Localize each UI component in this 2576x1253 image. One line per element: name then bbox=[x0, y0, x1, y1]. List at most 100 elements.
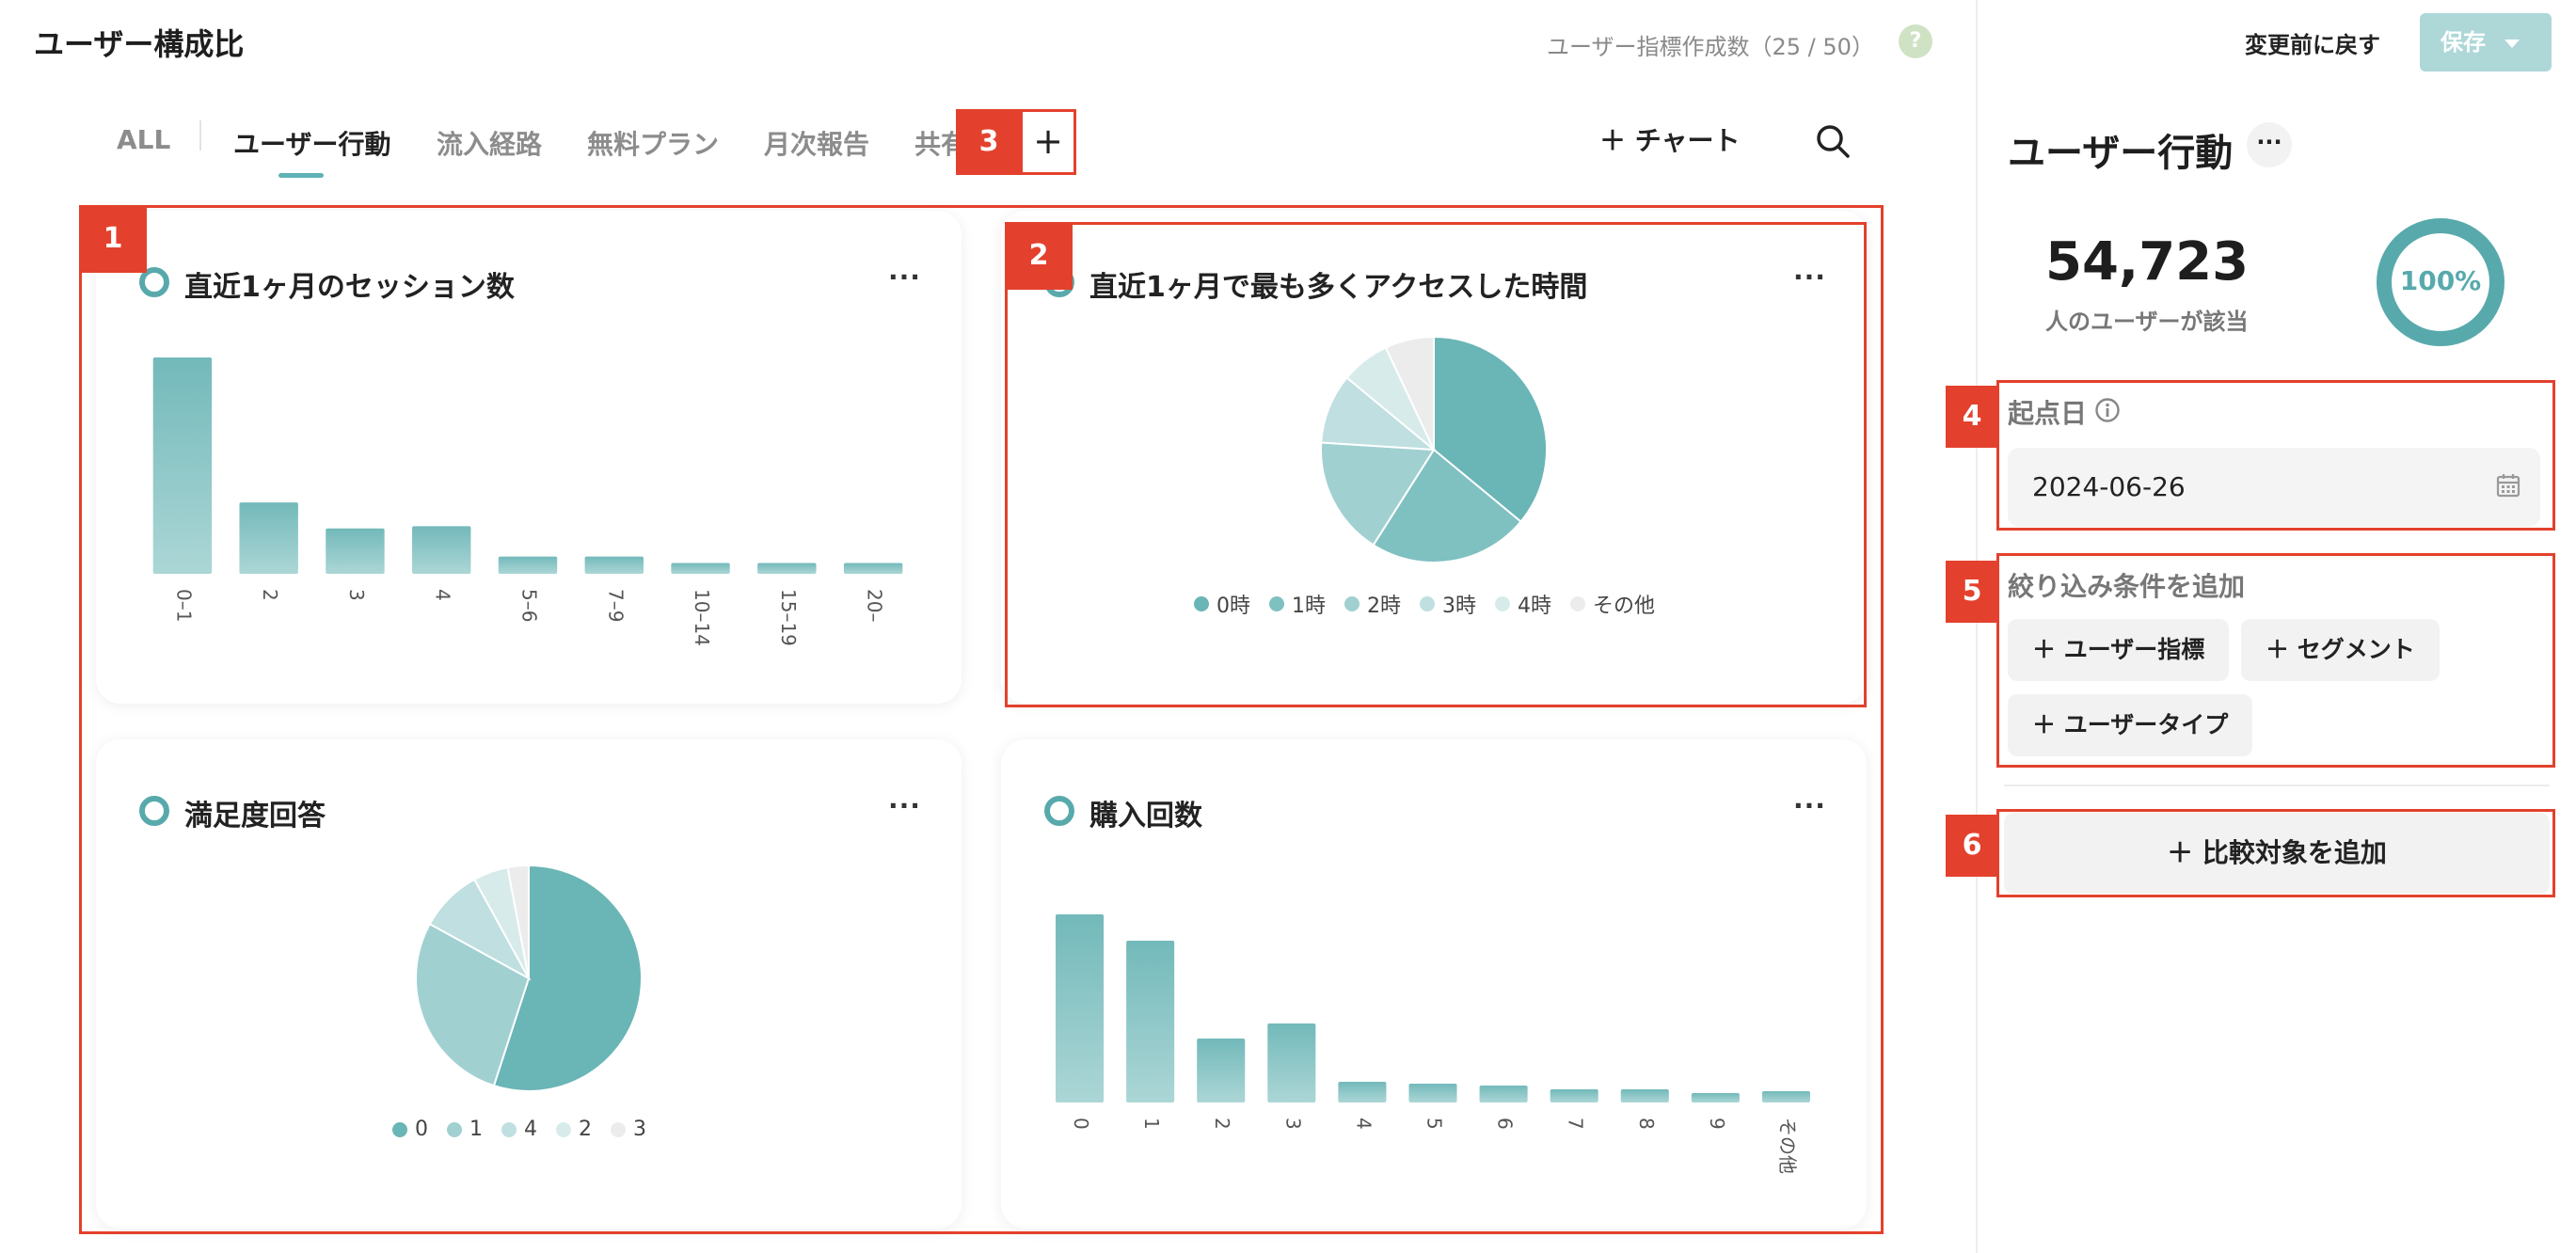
legend-item[interactable]: 4時 bbox=[1494, 589, 1551, 619]
start-date-input[interactable]: 2024-06-26 bbox=[2008, 448, 2540, 527]
bar[interactable] bbox=[1479, 1086, 1528, 1102]
legend-label: 4時 bbox=[1517, 595, 1551, 618]
add-segment-button[interactable]: ＋ セグメント bbox=[2241, 619, 2440, 681]
legend-swatch bbox=[392, 1121, 407, 1137]
info-icon[interactable] bbox=[2094, 397, 2121, 423]
chart-card-satisfaction: 満足度回答 ··· 01423 bbox=[96, 739, 962, 1229]
user-count: 54,723 bbox=[2045, 231, 2250, 293]
tab-monthly-report[interactable]: 月次報告 bbox=[764, 124, 869, 162]
legend-swatch bbox=[1494, 596, 1510, 611]
filter-label: 絞り込み条件を追加 bbox=[2008, 571, 2246, 602]
x-tick-label: 4 bbox=[1352, 1118, 1375, 1130]
bar[interactable] bbox=[1620, 1089, 1669, 1102]
legend-label: 3時 bbox=[1441, 595, 1476, 618]
add-chart-button[interactable]: ＋ チャート bbox=[1599, 120, 1740, 158]
add-user-type-button[interactable]: ＋ ユーザータイプ bbox=[2008, 694, 2253, 756]
legend-swatch bbox=[1193, 596, 1209, 611]
bar[interactable] bbox=[1761, 1091, 1810, 1102]
x-tick-label: 2 bbox=[1211, 1118, 1233, 1130]
legend-label: 3 bbox=[633, 1118, 646, 1141]
page-title: ユーザー構成比 bbox=[34, 26, 245, 62]
legend-label: 1時 bbox=[1291, 595, 1326, 618]
marker-4: 4 bbox=[1946, 386, 1998, 448]
bar[interactable] bbox=[239, 502, 298, 574]
legend-label: 2時 bbox=[1366, 595, 1401, 618]
bar[interactable] bbox=[412, 526, 471, 574]
revert-button[interactable]: 変更前に戻す bbox=[2245, 26, 2380, 59]
legend-label: 1 bbox=[469, 1118, 483, 1141]
marker-2: 2 bbox=[1005, 222, 1073, 290]
bar[interactable] bbox=[843, 563, 903, 575]
coverage-percent: 100% bbox=[2399, 265, 2482, 296]
tab-user-behavior[interactable]: ユーザー行動 bbox=[233, 124, 390, 162]
bar[interactable] bbox=[1197, 1039, 1246, 1102]
legend-swatch bbox=[1419, 596, 1435, 611]
active-tab-indicator bbox=[278, 173, 324, 178]
help-icon[interactable]: ? bbox=[1899, 24, 1932, 58]
panel-menu-button[interactable]: ··· bbox=[2247, 122, 2292, 167]
bar[interactable] bbox=[1338, 1082, 1387, 1102]
chart-legend: 0時 1時 2時 3時 4時 その他 bbox=[1001, 589, 1867, 619]
legend-item[interactable]: 2時 bbox=[1344, 589, 1401, 619]
marker-6: 6 bbox=[1946, 815, 1998, 877]
bar[interactable] bbox=[326, 528, 385, 574]
bar[interactable] bbox=[1408, 1084, 1457, 1102]
bar[interactable] bbox=[1550, 1089, 1598, 1102]
legend-item[interactable]: 1時 bbox=[1268, 589, 1326, 619]
tab-all[interactable]: ALL bbox=[117, 124, 170, 155]
marker-3: 3 bbox=[956, 109, 1022, 175]
bar[interactable] bbox=[584, 556, 644, 574]
chart-card-access-time: 直近1ヶ月で最も多くアクセスした時間 ··· 0時 1時 2時 3時 4時 その他 bbox=[1001, 211, 1867, 704]
legend-item[interactable]: 0 bbox=[392, 1118, 428, 1141]
x-tick-label: その他 bbox=[1776, 1118, 1799, 1174]
bar[interactable] bbox=[1056, 914, 1105, 1102]
calendar-icon[interactable] bbox=[2495, 472, 2521, 499]
legend-item[interactable]: 3時 bbox=[1419, 589, 1476, 619]
pie-chart-satisfaction bbox=[415, 864, 643, 1092]
metric-quota: ユーザー指標作成数（25 / 50） bbox=[1547, 34, 1874, 60]
search-icon[interactable] bbox=[1814, 122, 1852, 160]
chart-card-sessions: 直近1ヶ月のセッション数 ··· 0–1 2 3 4 5–6 7–9 10–14 15–19 2… bbox=[96, 211, 962, 704]
chart-legend: 0 1 4 2 3 bbox=[96, 1118, 962, 1141]
legend-label: その他 bbox=[1592, 595, 1655, 618]
legend-item[interactable]: 3 bbox=[611, 1118, 646, 1141]
x-tick-label: 15–19 bbox=[777, 589, 800, 646]
section-divider bbox=[2004, 785, 2550, 786]
legend-item[interactable]: 2 bbox=[556, 1118, 592, 1141]
legend-item[interactable]: 0時 bbox=[1193, 589, 1250, 619]
x-tick-label: 2 bbox=[259, 589, 281, 601]
save-button[interactable]: 保存 bbox=[2420, 13, 2552, 71]
panel-title: ユーザー行動 bbox=[2008, 132, 2234, 175]
x-tick-label: 6 bbox=[1494, 1118, 1517, 1130]
legend-item[interactable]: 4 bbox=[501, 1118, 537, 1141]
add-user-metric-button[interactable]: ＋ ユーザー指標 bbox=[2008, 619, 2230, 681]
legend-item[interactable]: 1 bbox=[447, 1118, 483, 1141]
tab-free-plan[interactable]: 無料プラン bbox=[587, 124, 719, 162]
legend-label: 4 bbox=[524, 1118, 537, 1141]
legend-swatch bbox=[501, 1121, 517, 1137]
bar[interactable] bbox=[1267, 1023, 1316, 1102]
bar[interactable] bbox=[757, 563, 817, 575]
bar-chart-sessions: 0–1 2 3 4 5–6 7–9 10–14 15–19 20– bbox=[152, 357, 903, 646]
x-tick-label: 8 bbox=[1635, 1118, 1658, 1130]
legend-swatch bbox=[556, 1121, 571, 1137]
add-tab-button[interactable]: + bbox=[1020, 109, 1076, 175]
legend-label: 0時 bbox=[1216, 595, 1250, 618]
bar[interactable] bbox=[1126, 941, 1175, 1102]
legend-item[interactable]: その他 bbox=[1569, 589, 1655, 619]
marker-1: 1 bbox=[79, 205, 147, 273]
bar[interactable] bbox=[498, 556, 558, 574]
x-tick-label: 3 bbox=[345, 589, 368, 601]
bar[interactable] bbox=[671, 563, 730, 575]
chevron-down-icon bbox=[2504, 39, 2520, 48]
marker-5: 5 bbox=[1946, 561, 1998, 623]
tab-divider bbox=[199, 120, 201, 151]
bar[interactable] bbox=[1691, 1093, 1740, 1102]
legend-swatch bbox=[447, 1121, 462, 1137]
bar[interactable] bbox=[152, 357, 213, 574]
add-comparison-button[interactable]: ＋ 比較対象を追加 bbox=[2004, 813, 2550, 894]
tab-traffic-source[interactable]: 流入経路 bbox=[437, 124, 542, 162]
bar-chart-purchases: 0 1 2 3 4 5 6 7 8 9 その他 bbox=[1056, 914, 1810, 1174]
start-date-label: 起点日 bbox=[2008, 398, 2088, 429]
legend-swatch bbox=[1268, 596, 1284, 611]
